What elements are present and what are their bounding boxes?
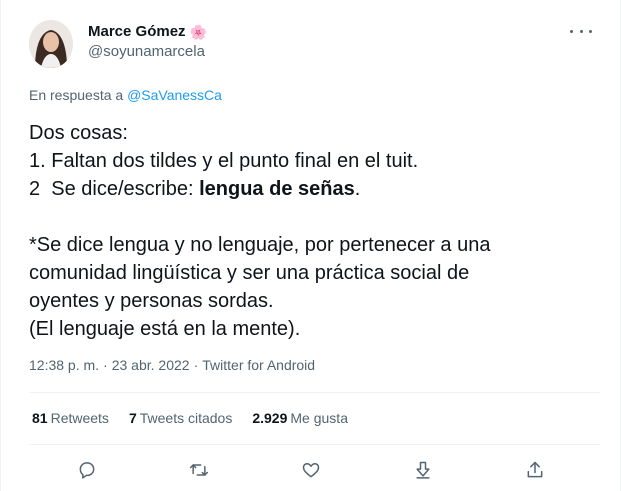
tweet-meta: 12:38 p. m. · 23 abr. 2022 · Twitter for… (29, 357, 315, 373)
reply-to-line: En respuesta a @SaVanessCa (29, 87, 222, 103)
meta-separator: · (103, 357, 108, 373)
author-display-name-text: Marce Gómez (88, 23, 186, 40)
tweet-text: Dos cosas: 1. Faltan dos tildes y el pun… (29, 119, 599, 343)
avatar-image (29, 20, 73, 68)
more-dot (589, 29, 592, 33)
tweet-source[interactable]: Twitter for Android (202, 357, 315, 373)
more-dot (579, 29, 583, 33)
likes-stat[interactable]: 2.929 Me gusta (252, 410, 348, 426)
quotes-count: 7 (128, 410, 137, 426)
meta-separator: · (193, 357, 199, 373)
likes-count: 2.929 (252, 410, 288, 426)
tweet-date[interactable]: 23 abr. 2022 (112, 357, 190, 373)
retweets-stat[interactable]: 81 Retweets (32, 410, 109, 426)
retweets-count: 81 (32, 410, 48, 426)
flower-emoji-icon: 🌸 (189, 24, 207, 40)
likes-label: Me gusta (290, 410, 348, 426)
tweet-card: Marce Gómez 🌸 @soyunamarcela En respuest… (0, 0, 621, 491)
author-names: Marce Gómez 🌸 @soyunamarcela (88, 22, 207, 62)
heart-icon[interactable] (299, 458, 323, 482)
avatar[interactable] (29, 20, 73, 68)
author-display-name[interactable]: Marce Gómez 🌸 (88, 22, 207, 42)
tweet-line: 2 Se dice/escribe: lengua de señas. (29, 175, 599, 203)
reply-to-prefix: En respuesta a (29, 87, 124, 103)
tweet-actions (29, 454, 600, 486)
divider (29, 392, 600, 393)
bookmark-icon[interactable] (411, 458, 435, 482)
reply-to-mention-link[interactable]: @SaVanessCa (127, 87, 222, 103)
tweet-line: oyentes y personas sordas. (29, 290, 274, 312)
retweets-label: Retweets (50, 410, 109, 426)
tweet-line: comunidad lingüística y ser una práctica… (29, 262, 470, 284)
reply-icon[interactable] (75, 458, 99, 482)
tweet-line: Dos cosas: (29, 122, 128, 144)
tweet-bold-phrase: lengua de señas (199, 178, 355, 200)
tweet-line-suffix: . (354, 178, 361, 200)
more-icon[interactable] (570, 24, 592, 38)
tweet-line: *Se dice lengua y no lenguaje, por perte… (29, 234, 491, 256)
quotes-stat[interactable]: 7 Tweets citados (129, 410, 232, 426)
tweet-stats: 81 Retweets 7 Tweets citados 2.929 Me gusta (32, 410, 348, 426)
share-icon[interactable] (523, 458, 547, 482)
retweet-icon[interactable] (187, 458, 211, 482)
tweet-header: Marce Gómez 🌸 @soyunamarcela (29, 20, 600, 70)
author-handle[interactable]: @soyunamarcela (88, 42, 207, 62)
tweet-line-prefix: 2 Se dice/escribe: (29, 178, 200, 200)
divider (29, 444, 600, 445)
quotes-label: Tweets citados (139, 410, 233, 426)
tweet-time[interactable]: 12:38 p. m. (29, 357, 99, 373)
tweet-line: 1. Faltan dos tildes y el punto final en… (29, 150, 419, 172)
more-dot (570, 29, 573, 33)
tweet-line: (El lenguaje está en la mente). (29, 318, 301, 340)
